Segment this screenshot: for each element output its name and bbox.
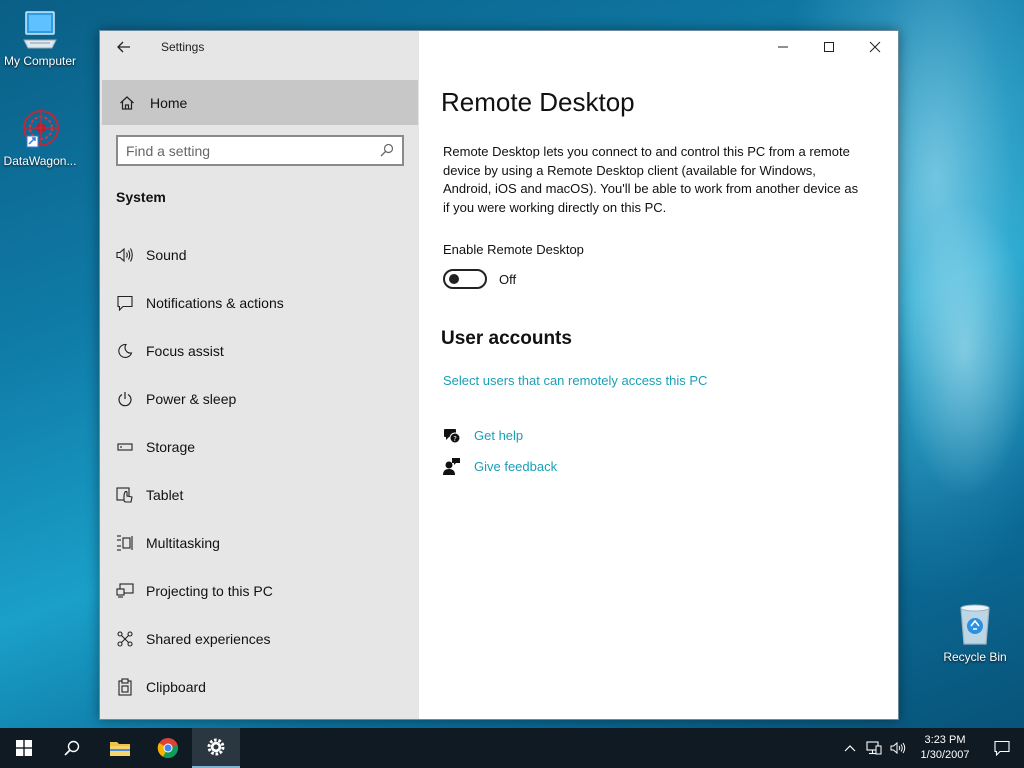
chevron-up-icon <box>844 745 856 752</box>
sidebar-item-label: Storage <box>146 439 196 455</box>
sidebar-item-label: Multitasking <box>146 535 220 551</box>
home-icon <box>118 94 136 112</box>
sidebar-item-label: Tablet <box>146 487 184 503</box>
computer-icon <box>23 11 57 49</box>
start-button[interactable] <box>0 728 48 768</box>
sidebar-item-shared-experiences[interactable]: Shared experiences <box>100 615 419 663</box>
toggle-label: Enable Remote Desktop <box>443 242 584 257</box>
search-icon <box>64 740 80 756</box>
gear-icon <box>207 738 225 756</box>
notification-icon <box>116 294 134 312</box>
sidebar-item-label: Clipboard <box>146 679 206 695</box>
taskbar-settings[interactable] <box>192 728 240 768</box>
speaker-icon <box>116 246 134 264</box>
desktop-icon-label: DataWagon... <box>3 154 77 168</box>
maximize-button[interactable] <box>806 31 852 63</box>
settings-sidebar: Settings Home System Sound <box>100 31 419 719</box>
system-tray: 3:23 PM 1/30/2007 <box>838 728 1024 768</box>
svg-text:?: ? <box>453 435 457 443</box>
folder-icon <box>110 742 130 756</box>
window-title: Settings <box>161 40 205 54</box>
minimize-button[interactable] <box>760 31 806 63</box>
help-chat-icon: ? <box>443 426 461 444</box>
projecting-icon <box>116 582 134 600</box>
sidebar-item-power-sleep[interactable]: Power & sleep <box>100 375 419 423</box>
sidebar-item-label: Projecting to this PC <box>146 583 273 599</box>
shared-icon <box>116 630 134 648</box>
desktop-icon-label: My Computer <box>3 54 77 68</box>
sidebar-item-label: Shared experiences <box>146 631 271 647</box>
toggle-state-text: Off <box>499 272 517 287</box>
search-icon[interactable] <box>380 143 394 162</box>
select-users-link[interactable]: Select users that can remotely access th… <box>443 373 707 388</box>
page-description: Remote Desktop lets you connect to and c… <box>443 144 859 215</box>
maximize-icon <box>824 42 834 52</box>
sidebar-item-label: Focus assist <box>146 343 224 359</box>
clock-date: 1/30/2007 <box>920 749 970 761</box>
desktop-icon-recycle-bin[interactable]: Recycle Bin <box>935 602 1015 664</box>
settings-window: Settings Home System Sound <box>99 30 899 720</box>
windows-logo-icon <box>16 740 32 756</box>
sidebar-item-focus-assist[interactable]: Focus assist <box>100 327 419 375</box>
show-hidden-icons-button[interactable] <box>838 728 862 768</box>
sidebar-item-label: Notifications & actions <box>146 295 284 311</box>
page-title: Remote Desktop <box>441 87 635 117</box>
storage-icon <box>116 438 134 456</box>
tablet-icon <box>116 486 134 504</box>
get-help-row: ? Get help <box>443 426 523 444</box>
feedback-person-icon <box>443 457 461 475</box>
taskbar-file-explorer[interactable] <box>96 728 144 768</box>
toggle-knob <box>449 274 459 284</box>
close-button[interactable] <box>852 31 898 63</box>
volume-button[interactable] <box>886 728 910 768</box>
notification-icon <box>994 740 1010 756</box>
sidebar-item-home[interactable]: Home <box>102 80 418 125</box>
get-help-link[interactable]: Get help <box>474 428 523 443</box>
back-button[interactable] <box>112 37 136 57</box>
desktop-icon-datawagon[interactable]: DataWagon... <box>0 106 80 168</box>
give-feedback-link[interactable]: Give feedback <box>474 459 557 474</box>
sidebar-nav-list: Sound Notifications & actions Focus assi… <box>100 231 419 711</box>
action-center-button[interactable] <box>980 728 1024 768</box>
sidebar-item-storage[interactable]: Storage <box>100 423 419 471</box>
clock-time: 3:23 PM <box>924 734 966 746</box>
taskbar-chrome[interactable] <box>144 728 192 768</box>
clipboard-icon <box>116 678 134 696</box>
taskbar-search-button[interactable] <box>48 728 96 768</box>
window-titlebar: Settings <box>100 31 419 63</box>
recycle-bin-icon <box>960 604 990 645</box>
volume-icon <box>890 741 906 755</box>
desktop-icon-my-computer[interactable]: My Computer <box>0 8 80 68</box>
desktop-icon-label: Recycle Bin <box>943 650 1007 664</box>
sidebar-item-label: Sound <box>146 247 187 263</box>
power-icon <box>116 390 134 408</box>
sidebar-item-notifications[interactable]: Notifications & actions <box>100 279 419 327</box>
sidebar-item-projecting[interactable]: Projecting to this PC <box>100 567 419 615</box>
search-input[interactable] <box>118 142 368 159</box>
taskbar: 3:23 PM 1/30/2007 <box>0 728 1024 768</box>
sidebar-section-label: System <box>116 189 166 205</box>
remote-desktop-toggle[interactable] <box>443 269 487 289</box>
sidebar-item-label: Power & sleep <box>146 391 237 407</box>
window-controls <box>760 31 898 63</box>
give-feedback-row: Give feedback <box>443 457 557 475</box>
sidebar-item-tablet[interactable]: Tablet <box>100 471 419 519</box>
network-button[interactable] <box>862 728 886 768</box>
sidebar-item-clipboard[interactable]: Clipboard <box>100 663 419 711</box>
multitasking-icon <box>116 534 134 552</box>
datawagon-logo-icon <box>23 110 59 148</box>
user-accounts-title: User accounts <box>441 328 572 349</box>
sidebar-item-label: Home <box>150 94 188 111</box>
taskbar-clock[interactable]: 3:23 PM 1/30/2007 <box>910 733 980 763</box>
network-icon <box>866 741 882 755</box>
sidebar-item-sound[interactable]: Sound <box>100 231 419 279</box>
back-arrow-icon <box>117 41 130 53</box>
moon-icon <box>116 342 134 360</box>
search-box <box>116 135 404 166</box>
chrome-icon <box>157 738 178 758</box>
close-icon <box>869 41 881 53</box>
sidebar-item-multitasking[interactable]: Multitasking <box>100 519 419 567</box>
desktop-wallpaper-highlight <box>900 200 1024 500</box>
minimize-icon <box>778 46 788 48</box>
